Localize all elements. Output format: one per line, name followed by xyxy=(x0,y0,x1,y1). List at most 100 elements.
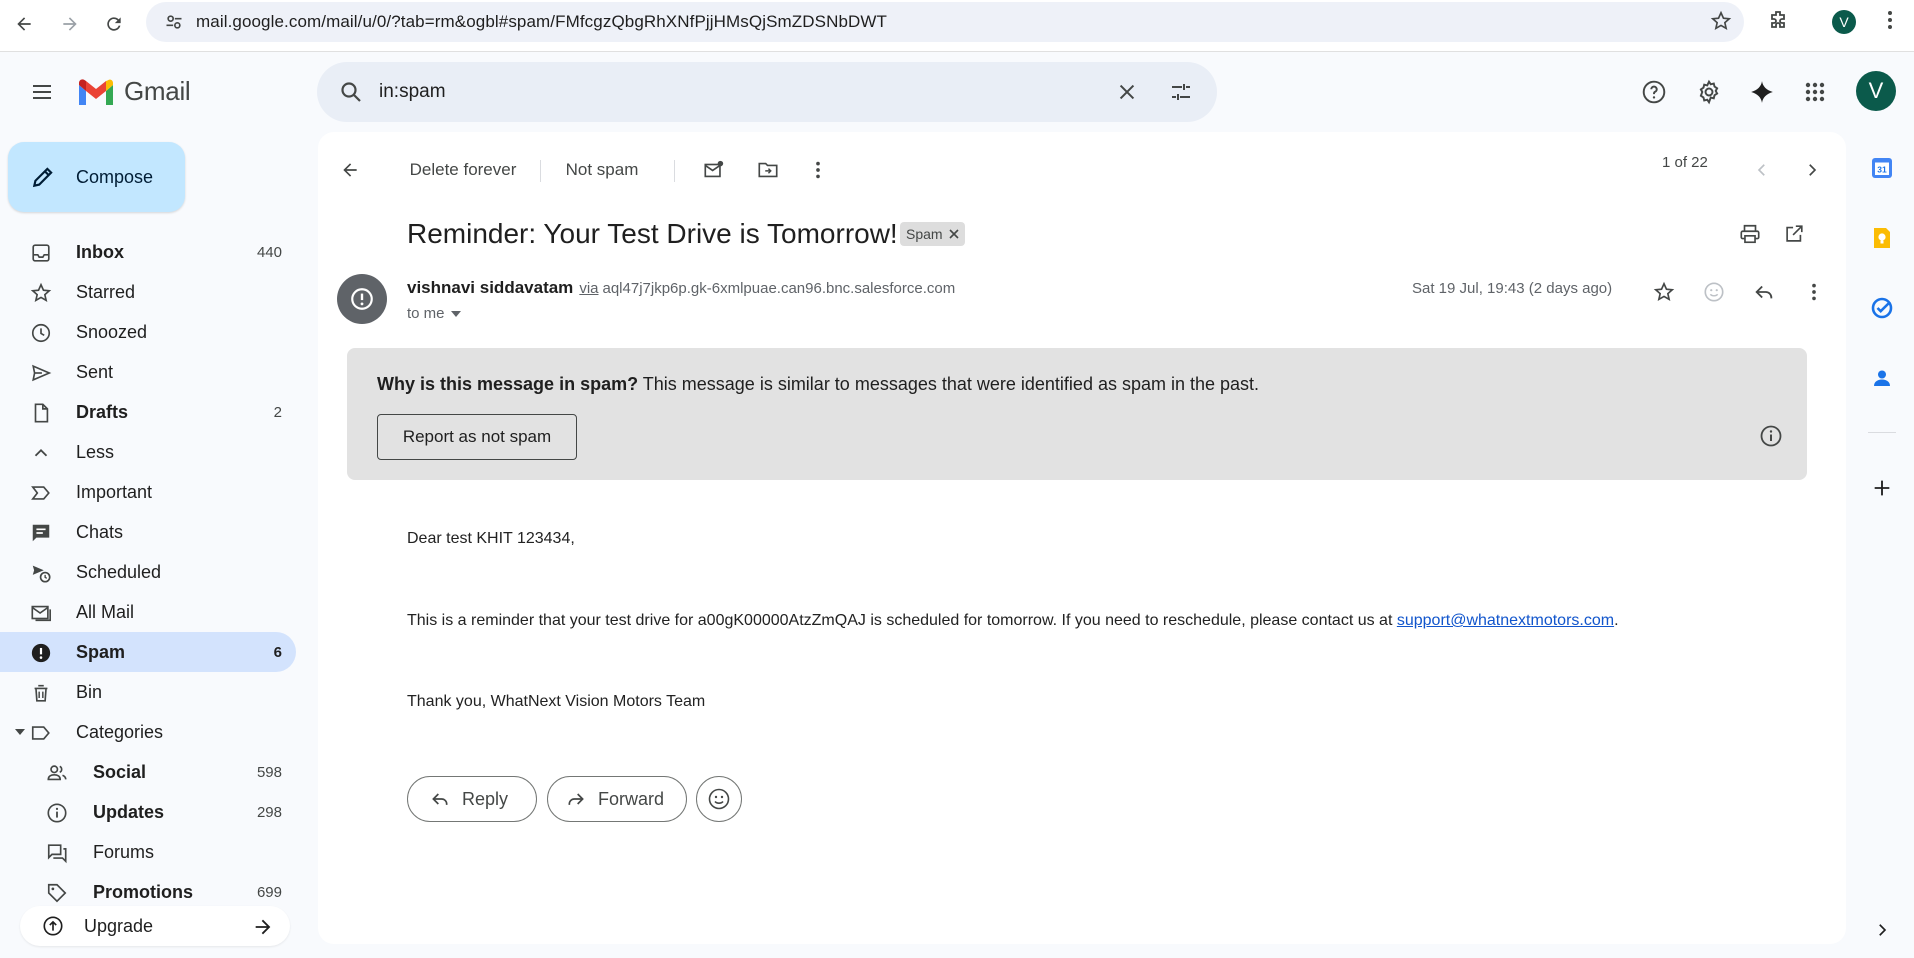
support-email-link[interactable]: support@whatnextmotors.com xyxy=(1397,612,1614,629)
sidebar-item-label: Social xyxy=(93,761,147,782)
tasks-app-icon[interactable] xyxy=(1862,288,1902,328)
sidebar-item-updates[interactable]: Updates 298 xyxy=(0,792,296,832)
draft-icon xyxy=(30,402,52,424)
more-options-button[interactable] xyxy=(798,150,838,190)
caret-down-icon[interactable] xyxy=(14,728,26,736)
reload-button[interactable] xyxy=(96,6,132,42)
sidebar-item-starred[interactable]: Starred xyxy=(0,272,296,312)
delete-forever-button[interactable]: Delete forever xyxy=(398,150,528,190)
unread-count: 699 xyxy=(256,883,282,901)
sidebar-item-important[interactable]: Important xyxy=(0,472,296,512)
search-bar[interactable] xyxy=(317,62,1217,122)
sidebar-item-less[interactable]: Less xyxy=(0,432,296,472)
sender-name[interactable]: vishnavi siddavatam xyxy=(407,278,573,297)
open-new-window-button[interactable] xyxy=(1774,214,1814,254)
upgrade-button[interactable]: Upgrade xyxy=(20,906,290,946)
spam-label-badge[interactable]: Spam xyxy=(900,222,965,246)
sender-avatar[interactable] xyxy=(337,274,387,324)
message-signoff: Thank you, WhatNext Vision Motors Team xyxy=(407,693,706,710)
message-view: Delete forever Not spam 1 of 22 Reminder… xyxy=(318,132,1846,944)
forward-icon xyxy=(566,789,586,809)
gemini-sparkle-icon[interactable] xyxy=(1742,72,1782,112)
sidebar-item-chats[interactable]: Chats xyxy=(0,512,296,552)
sidebar-item-label: Snoozed xyxy=(76,321,148,342)
chevron-up-icon xyxy=(30,442,52,464)
calendar-app-icon[interactable]: 31 xyxy=(1862,148,1902,188)
add-app-icon[interactable] xyxy=(1862,468,1902,508)
browser-profile-avatar[interactable]: V xyxy=(1832,10,1856,34)
reply-label: Reply xyxy=(462,788,509,809)
not-spam-button[interactable]: Not spam xyxy=(552,150,652,190)
info-icon xyxy=(46,802,68,824)
apps-grid-icon[interactable] xyxy=(1795,72,1835,112)
forward-button[interactable]: Forward xyxy=(547,776,687,822)
sidebar-item-sent[interactable]: Sent xyxy=(0,352,296,392)
recipients-dropdown[interactable]: to me xyxy=(407,305,461,322)
sender-info: vishnavi siddavatam via aql47j7jkp6p.gk-6x… xyxy=(407,278,955,298)
help-icon[interactable] xyxy=(1634,72,1674,112)
info-icon[interactable] xyxy=(1759,424,1783,448)
emoji-reaction-button[interactable] xyxy=(696,776,742,822)
star-icon xyxy=(1653,281,1675,301)
star-message-button[interactable] xyxy=(1644,272,1684,312)
sidebar-item-spam[interactable]: Spam 6 xyxy=(0,632,296,672)
reply-icon-button[interactable] xyxy=(1744,272,1784,312)
sidebar-item-categories[interactable]: Categories xyxy=(0,712,296,752)
print-button[interactable] xyxy=(1730,214,1770,254)
back-to-list-button[interactable] xyxy=(330,150,370,190)
reply-icon xyxy=(430,789,450,809)
sidebar-nav: Inbox 440 Starred Snoozed Sent Drafts 2 … xyxy=(0,232,298,912)
add-reaction-button[interactable] xyxy=(1694,272,1734,312)
newer-button[interactable] xyxy=(1742,150,1782,190)
expand-panel-icon[interactable] xyxy=(1862,910,1902,950)
via-link[interactable]: via xyxy=(579,280,598,297)
move-to-button[interactable] xyxy=(748,150,788,190)
move-to-folder-icon xyxy=(758,162,778,178)
older-button[interactable] xyxy=(1792,150,1832,190)
site-settings-icon[interactable] xyxy=(152,12,196,32)
mark-unread-button[interactable] xyxy=(694,150,734,190)
main-menu-button[interactable] xyxy=(22,72,62,112)
url-text[interactable]: mail.google.com/mail/u/0/?tab=rm&ogbl#sp… xyxy=(196,12,887,32)
browser-menu-icon[interactable] xyxy=(1878,8,1902,32)
sidebar-item-label: Chats xyxy=(76,521,124,542)
sidebar-item-bin[interactable]: Bin xyxy=(0,672,296,712)
compose-button[interactable]: Compose xyxy=(8,142,185,212)
sidebar-item-label: Drafts xyxy=(76,401,129,422)
extensions-icon[interactable] xyxy=(1766,8,1790,32)
warning-avatar-icon xyxy=(351,288,373,310)
account-avatar[interactable]: V xyxy=(1856,71,1896,111)
bookmark-star-icon[interactable] xyxy=(1710,10,1732,32)
remove-label-icon[interactable] xyxy=(949,229,959,239)
keep-app-icon[interactable] xyxy=(1862,218,1902,258)
recipient-label: to me xyxy=(407,305,445,322)
message-more-button[interactable] xyxy=(1794,272,1834,312)
sidebar-item-label: Categories xyxy=(76,721,164,742)
arrow-right-icon xyxy=(63,17,77,31)
more-vert-icon xyxy=(816,161,820,179)
sidebar-item-snoozed[interactable]: Snoozed xyxy=(0,312,296,352)
clear-search-icon[interactable] xyxy=(1107,72,1147,112)
sidebar-item-forums[interactable]: Forums xyxy=(0,832,296,872)
search-options-icon[interactable] xyxy=(1161,72,1201,112)
sidebar-item-label: All Mail xyxy=(76,601,135,622)
label-icon xyxy=(30,722,52,744)
address-bar[interactable]: mail.google.com/mail/u/0/?tab=rm&ogbl#sp… xyxy=(146,2,1744,42)
upgrade-label: Upgrade xyxy=(84,915,154,936)
search-input[interactable] xyxy=(379,81,1079,103)
sidebar-item-scheduled[interactable]: Scheduled xyxy=(0,552,296,592)
reply-button[interactable]: Reply xyxy=(407,776,537,822)
sidebar-item-inbox[interactable]: Inbox 440 xyxy=(0,232,296,272)
sidebar-item-all-mail[interactable]: All Mail xyxy=(0,592,296,632)
clock-icon xyxy=(30,322,52,344)
forward-button[interactable] xyxy=(52,6,88,42)
sidebar-item-drafts[interactable]: Drafts 2 xyxy=(0,392,296,432)
search-icon[interactable] xyxy=(331,80,371,104)
settings-gear-icon[interactable] xyxy=(1689,72,1729,112)
report-not-spam-button[interactable]: Report as not spam xyxy=(377,414,577,460)
back-button[interactable] xyxy=(6,6,42,42)
sidebar-item-label: Promotions xyxy=(93,881,194,902)
contacts-app-icon[interactable] xyxy=(1862,358,1902,398)
sidebar-item-social[interactable]: Social 598 xyxy=(0,752,296,792)
gmail-logo[interactable]: Gmail xyxy=(76,76,191,107)
